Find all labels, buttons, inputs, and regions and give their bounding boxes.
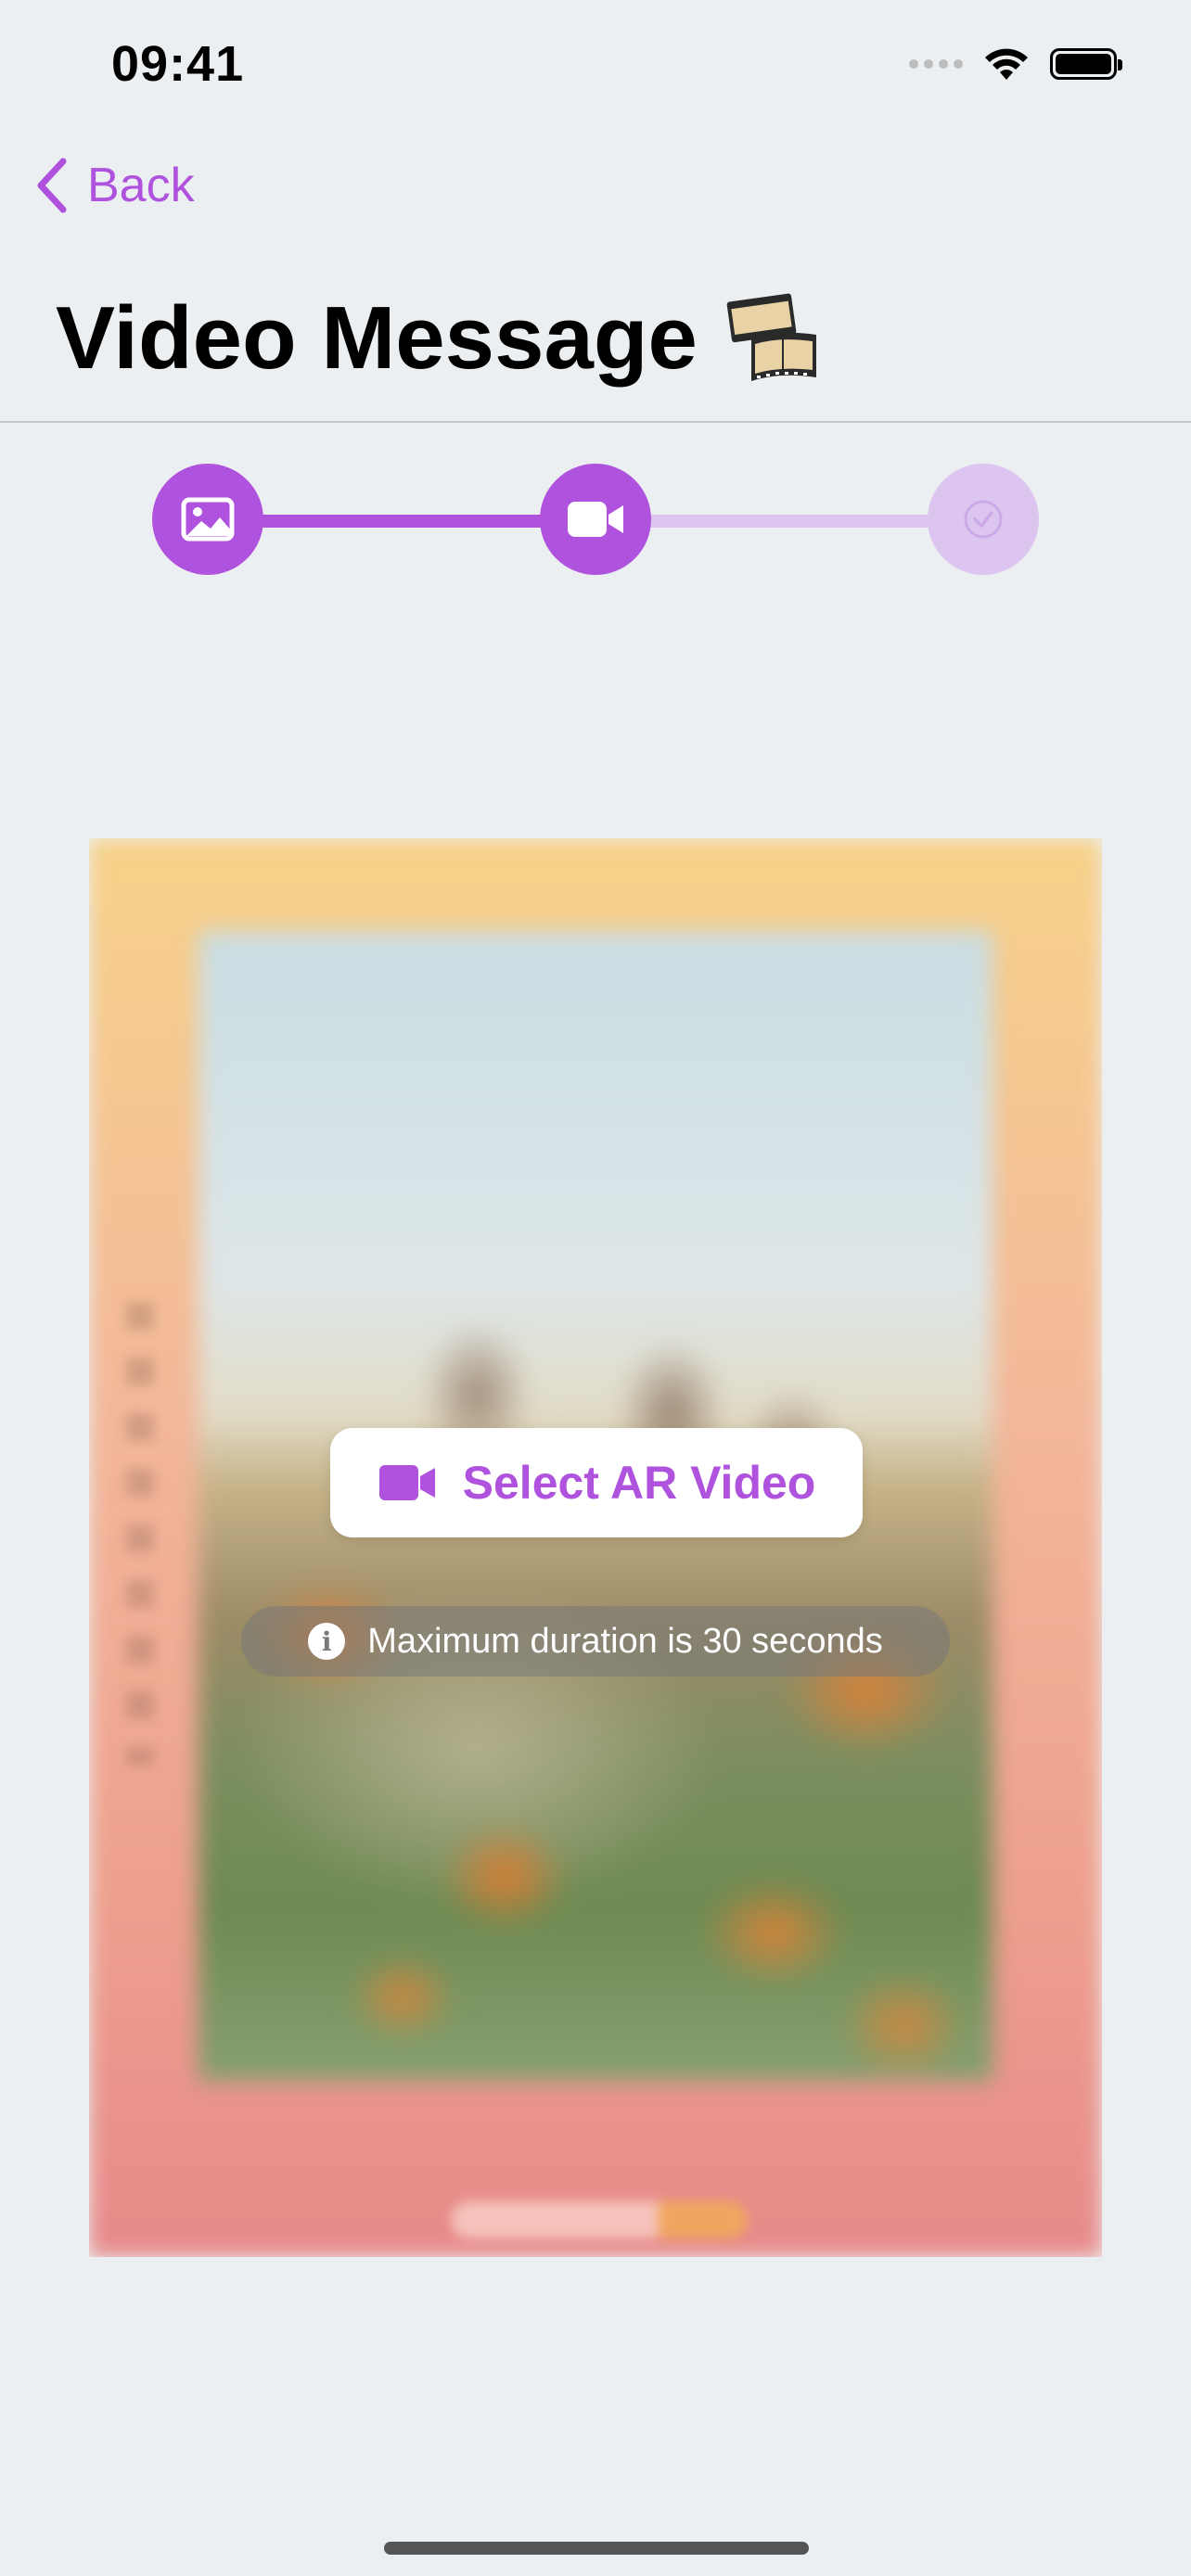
home-indicator[interactable] <box>384 2542 809 2555</box>
wifi-icon <box>985 48 1028 80</box>
duration-info-text: Maximum duration is 30 seconds <box>367 1621 883 1661</box>
back-button[interactable]: Back <box>33 158 195 213</box>
stepper-line-completed <box>208 515 597 528</box>
chevron-left-icon <box>37 158 67 213</box>
back-label: Back <box>87 159 195 212</box>
checkmark-icon <box>964 500 1003 539</box>
postcard-preview <box>89 838 1102 2257</box>
step-video <box>540 464 651 575</box>
postcard-side-decoration <box>126 1302 154 1766</box>
battery-icon <box>1050 48 1122 80</box>
video-camera-icon <box>568 502 623 537</box>
stepper-line-upcoming <box>594 515 983 528</box>
info-icon: i <box>308 1623 346 1660</box>
select-ar-video-label: Select AR Video <box>462 1457 816 1509</box>
step-photo <box>152 464 263 575</box>
cellular-signal-icon <box>909 59 963 69</box>
status-icons <box>909 46 1122 82</box>
page-title: Video Message <box>56 287 826 389</box>
video-camera-icon <box>378 1465 435 1500</box>
status-time: 09:41 <box>111 36 245 92</box>
select-ar-video-button[interactable]: Select AR Video <box>330 1428 863 1537</box>
duration-info-pill: i Maximum duration is 30 seconds <box>241 1606 950 1677</box>
status-bar: 09:41 <box>0 0 1191 130</box>
page-title-text: Video Message <box>56 288 698 388</box>
step-complete <box>928 464 1039 575</box>
postcard-caption-decoration <box>451 2201 748 2238</box>
image-icon <box>181 497 235 542</box>
film-frames-icon <box>726 293 816 381</box>
header-divider <box>0 421 1191 423</box>
progress-stepper <box>0 464 1191 579</box>
